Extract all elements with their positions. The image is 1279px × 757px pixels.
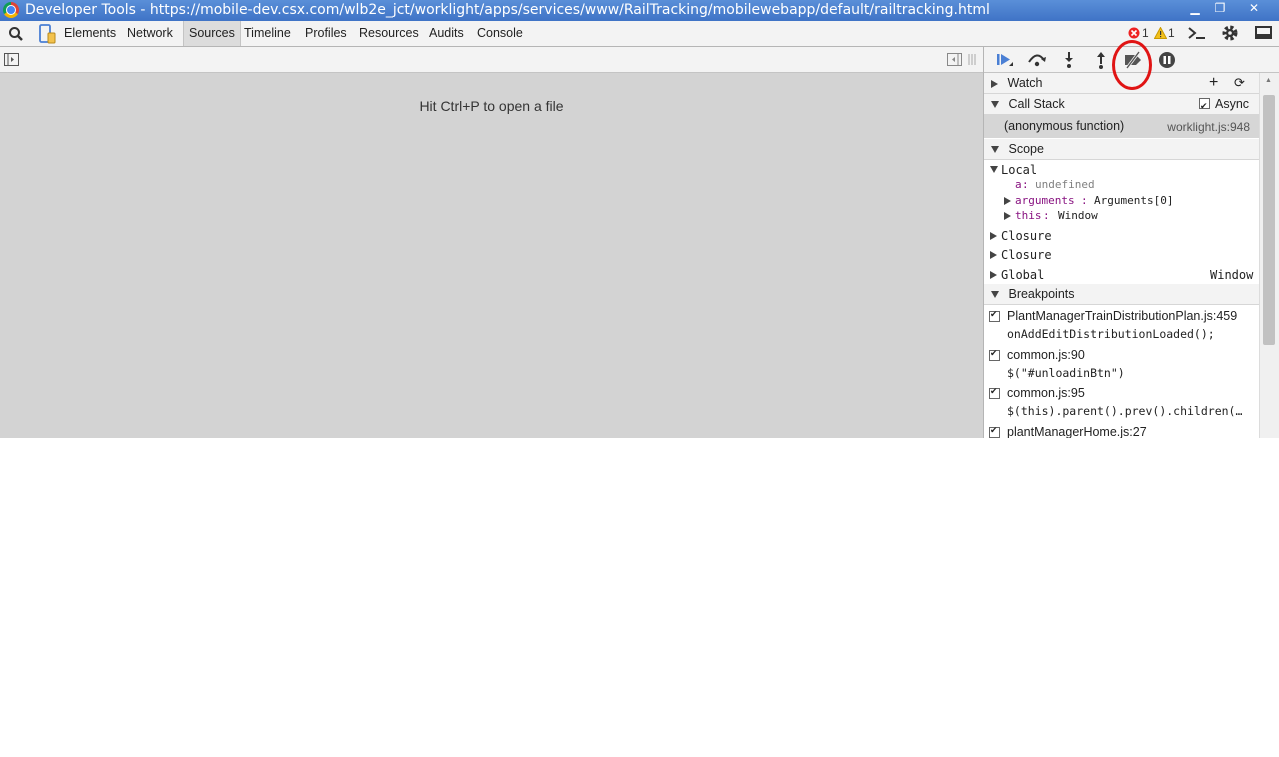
breakpoint-item[interactable]: common.js:95 $(this).parent().prev().chi… (984, 386, 1260, 422)
call-stack-title: Call Stack (1008, 97, 1065, 111)
main-toolbar: Elements Network Sources Timeline Profil… (0, 21, 1279, 47)
breakpoint-checkbox[interactable] (989, 348, 1000, 361)
scope-local-label[interactable]: Local (1001, 163, 1037, 177)
tab-resources[interactable]: Resources (354, 21, 424, 46)
breakpoint-item[interactable]: common.js:90 $("#unloadinBtn") (984, 348, 1260, 384)
close-window-button[interactable]: ✕ (1232, 0, 1276, 16)
scrollbar-thumb[interactable] (1263, 95, 1275, 345)
scope-var-value: Arguments[0] (1094, 194, 1174, 207)
expand-arrow-icon[interactable] (990, 251, 997, 259)
collapse-arrow-icon (991, 291, 999, 299)
debugger-sidebar: Watch + ⟳ Call Stack Async (anonymous fu… (983, 47, 1279, 438)
breakpoint-code: onAddEditDistributionLoaded(); (1007, 327, 1215, 341)
error-count[interactable]: 1 (1142, 26, 1149, 40)
tab-elements[interactable]: Elements (59, 21, 121, 46)
gear-icon[interactable] (1221, 24, 1239, 45)
tab-network[interactable]: Network (122, 21, 178, 46)
scope-closure-label[interactable]: Closure (1001, 229, 1052, 243)
warning-count[interactable]: 1 (1168, 26, 1175, 40)
breakpoint-location[interactable]: plantManagerHome.js:27 (1007, 425, 1147, 438)
expand-arrow-icon[interactable] (990, 232, 997, 240)
pause-on-exceptions-icon[interactable] (1156, 50, 1178, 70)
add-watch-icon[interactable]: + (1209, 73, 1218, 93)
toggle-sidebar-icon[interactable] (947, 53, 962, 69)
console-drawer-icon[interactable] (1188, 26, 1206, 43)
scope-var-name[interactable]: arguments (1015, 194, 1075, 207)
tab-console[interactable]: Console (472, 21, 528, 46)
scope-colon: : (1081, 194, 1088, 207)
breakpoint-location[interactable]: common.js:95 (1007, 386, 1085, 400)
scope-var-name: a (1015, 178, 1022, 191)
expand-arrow-icon[interactable] (990, 271, 997, 279)
scope-global-value: Window (1210, 268, 1254, 282)
restore-button[interactable]: ❐ (1207, 0, 1233, 16)
scope-var-value: Window (1058, 209, 1098, 222)
scope-colon: : (1043, 209, 1050, 222)
async-checkbox[interactable] (1199, 96, 1210, 116)
minimize-button[interactable]: ▁ (1182, 0, 1208, 16)
open-file-hint: Hit Ctrl+P to open a file (419, 98, 564, 114)
collapse-arrow-icon[interactable] (990, 166, 998, 173)
breakpoint-checkbox[interactable] (989, 425, 1000, 438)
async-label: Async (1215, 97, 1250, 111)
scope-var-name[interactable]: this (1015, 209, 1042, 222)
pane-resizer-icon[interactable] (967, 53, 977, 69)
expand-arrow-icon[interactable] (1004, 197, 1011, 205)
breakpoint-location[interactable]: common.js:90 (1007, 348, 1085, 362)
show-navigator-icon[interactable] (4, 53, 19, 69)
scope-closure-label[interactable]: Closure (1001, 248, 1052, 262)
step-out-icon[interactable] (1090, 50, 1112, 70)
title-bar: Developer Tools - https://mobile-dev.csx… (0, 0, 1279, 21)
breakpoints-header[interactable]: Breakpoints (984, 284, 1260, 305)
scope-global-label[interactable]: Global (1001, 268, 1044, 282)
step-into-icon[interactable] (1058, 50, 1080, 70)
collapse-arrow-icon (991, 146, 999, 154)
tab-audits[interactable]: Audits (424, 21, 469, 46)
device-mode-icon[interactable] (38, 24, 58, 47)
call-frame-row[interactable]: (anonymous function) worklight.js:948 (984, 115, 1260, 138)
scope-header[interactable]: Scope (984, 139, 1260, 160)
call-frame-name: (anonymous function) (1004, 119, 1125, 133)
window-title: Developer Tools - https://mobile-dev.csx… (25, 2, 990, 18)
breakpoint-code: $(this).parent().prev().children(… (1007, 404, 1243, 418)
collapse-arrow-icon (991, 101, 999, 109)
devtools-window: Developer Tools - https://mobile-dev.csx… (0, 0, 1279, 438)
call-stack-header[interactable]: Call Stack Async (984, 94, 1260, 116)
step-over-icon[interactable] (1026, 50, 1048, 70)
breakpoint-code: $("#unloadinBtn") (1007, 366, 1125, 380)
editor-toolbar (0, 47, 983, 73)
editor-pane: Hit Ctrl+P to open a file (0, 47, 983, 438)
scope-tree: Local a : undefined arguments : Argument… (984, 162, 1260, 287)
resume-icon[interactable] (994, 50, 1016, 70)
tab-profiles[interactable]: Profiles (300, 21, 352, 46)
call-frame-location[interactable]: worklight.js:948 (1167, 120, 1250, 134)
warning-icon[interactable] (1153, 26, 1168, 42)
breakpoint-checkbox[interactable] (989, 309, 1000, 322)
breakpoint-checkbox[interactable] (989, 386, 1000, 399)
breakpoints-title: Breakpoints (1008, 287, 1075, 301)
expand-arrow-icon (991, 79, 998, 88)
annotation-circle (1112, 40, 1152, 90)
breakpoint-location[interactable]: PlantManagerTrainDistributionPlan.js:459 (1007, 309, 1237, 323)
tab-sources[interactable]: Sources (183, 21, 241, 46)
sidebar-scrollbar[interactable]: ▲ (1259, 73, 1279, 438)
dock-side-icon[interactable] (1255, 26, 1273, 43)
tab-timeline[interactable]: Timeline (239, 21, 296, 46)
expand-arrow-icon[interactable] (1004, 212, 1011, 220)
scope-title: Scope (1008, 142, 1044, 156)
scope-var-value: undefined (1035, 178, 1095, 191)
refresh-icon[interactable]: ⟳ (1234, 73, 1245, 93)
search-icon[interactable] (8, 26, 24, 45)
scope-colon: : (1022, 178, 1029, 191)
scroll-up-arrow-icon[interactable]: ▲ (1265, 77, 1272, 84)
breakpoint-item[interactable]: plantManagerHome.js:27 (984, 425, 1260, 438)
breakpoint-item[interactable]: PlantManagerTrainDistributionPlan.js:459… (984, 309, 1260, 345)
watch-title: Watch (1007, 76, 1043, 90)
chrome-logo-icon (3, 2, 19, 18)
